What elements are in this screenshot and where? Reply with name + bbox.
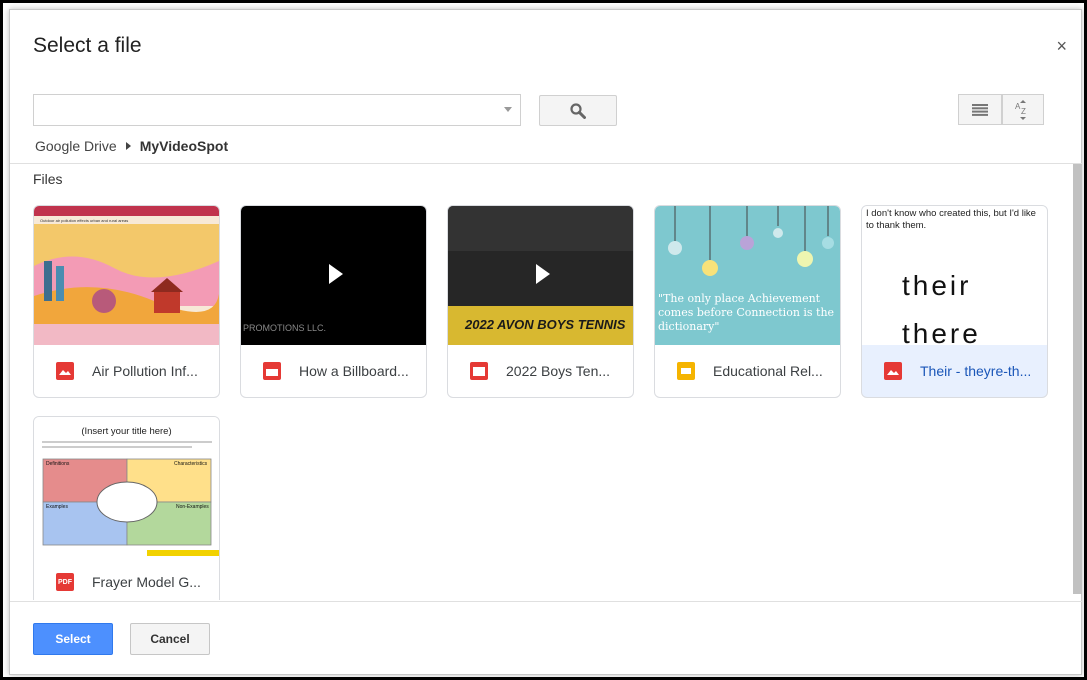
- file-card-footer: Educational Rel...: [655, 345, 840, 397]
- search-field[interactable]: [33, 94, 521, 126]
- file-card-their-there[interactable]: I don't know who created this, but I'd l…: [861, 205, 1048, 398]
- file-card-educational[interactable]: "The only place Achievement comes before…: [654, 205, 841, 398]
- quadrant-label-examples: Examples: [46, 504, 68, 510]
- image-icon: [56, 362, 74, 380]
- file-thumbnail: I don't know who created this, but I'd l…: [862, 206, 1047, 345]
- file-name: 2022 Boys Ten...: [506, 363, 611, 379]
- breadcrumb-current: MyVideoSpot: [139, 138, 229, 154]
- file-name: Frayer Model G...: [92, 574, 201, 590]
- quadrant-label-definitions: Definitions: [46, 461, 70, 467]
- file-card-footer: 2022 Boys Ten...: [448, 345, 633, 397]
- file-card-footer: Their - theyre-th...: [862, 345, 1047, 397]
- play-icon: [536, 264, 550, 284]
- sort-az-icon: A Z: [1015, 99, 1026, 120]
- list-view-icon: [972, 103, 988, 116]
- video-icon: [263, 362, 281, 380]
- quadrant-label-characteristics: Characteristics: [174, 461, 208, 467]
- screenshot-frame: Select a file × A Z Google Drive MyVideo…: [0, 0, 1087, 680]
- file-card-footer: PDF Frayer Model G...: [34, 556, 219, 600]
- select-button[interactable]: Select: [33, 623, 113, 655]
- cancel-button[interactable]: Cancel: [130, 623, 210, 655]
- svg-text:Z: Z: [1021, 107, 1026, 116]
- search-icon: [570, 102, 586, 119]
- file-name: How a Billboard...: [299, 363, 409, 379]
- file-card-footer: Air Pollution Inf...: [34, 345, 219, 397]
- file-card-billboard[interactable]: PROMOTIONS LLC. How a Billboard...: [240, 205, 427, 398]
- file-thumbnail: "The only place Achievement comes before…: [655, 206, 840, 345]
- file-name: Their - theyre-th...: [920, 363, 1032, 379]
- pdf-icon: PDF: [56, 573, 74, 591]
- chevron-down-icon[interactable]: [504, 107, 512, 112]
- file-thumbnail: 2022 AVON BOYS TENNIS: [448, 206, 633, 345]
- thumbnail-caption: 2022 AVON BOYS TENNIS: [465, 317, 626, 332]
- files-area: Files Outdoor air pollution effects urba…: [10, 164, 1083, 600]
- breadcrumb-root[interactable]: Google Drive: [35, 138, 117, 154]
- file-name: Educational Rel...: [713, 363, 823, 379]
- file-card-air-pollution[interactable]: Outdoor air pollution effects urban and …: [33, 205, 220, 398]
- file-thumbnail: PROMOTIONS LLC.: [241, 206, 426, 345]
- thumbnail-caption: Outdoor air pollution effects urban and …: [40, 218, 129, 223]
- thumbnail-word-their: their: [902, 270, 972, 301]
- file-card-frayer-model[interactable]: (Insert your title here) Definitions Cha…: [33, 416, 220, 600]
- search-button[interactable]: [539, 95, 617, 126]
- file-card-footer: How a Billboard...: [241, 345, 426, 397]
- file-thumbnail: (Insert your title here) Definitions Cha…: [34, 417, 219, 556]
- file-card-boys-tennis[interactable]: 2022 AVON BOYS TENNIS 2022 Boys Ten...: [447, 205, 634, 398]
- list-view-button[interactable]: [958, 94, 1002, 125]
- breadcrumb: Google Drive MyVideoSpot: [35, 138, 228, 154]
- close-icon[interactable]: ×: [1056, 36, 1067, 57]
- thumbnail-caption: PROMOTIONS LLC.: [243, 323, 327, 333]
- search-input[interactable]: [34, 95, 494, 125]
- image-icon: [884, 362, 902, 380]
- scrollbar[interactable]: [1073, 164, 1082, 594]
- thumbnail-caption: "The only place Achievement comes before…: [658, 292, 835, 333]
- file-name: Air Pollution Inf...: [92, 363, 198, 379]
- divider: [10, 601, 1083, 602]
- dialog-title: Select a file: [33, 34, 142, 57]
- video-icon: [470, 362, 488, 380]
- chevron-right-icon: [125, 142, 131, 150]
- thumbnail-word-there: there: [902, 318, 981, 345]
- file-picker-dialog: Select a file × A Z Google Drive MyVideo…: [9, 9, 1083, 675]
- slides-icon: [677, 362, 695, 380]
- thumbnail-caption: I don't know who created this, but I'd l…: [866, 208, 1036, 231]
- play-icon: [329, 264, 343, 284]
- quadrant-label-non-examples: Non-Examples: [176, 504, 209, 510]
- file-thumbnail: Outdoor air pollution effects urban and …: [34, 206, 219, 345]
- files-heading: Files: [33, 171, 63, 187]
- sort-button[interactable]: A Z: [1002, 94, 1044, 125]
